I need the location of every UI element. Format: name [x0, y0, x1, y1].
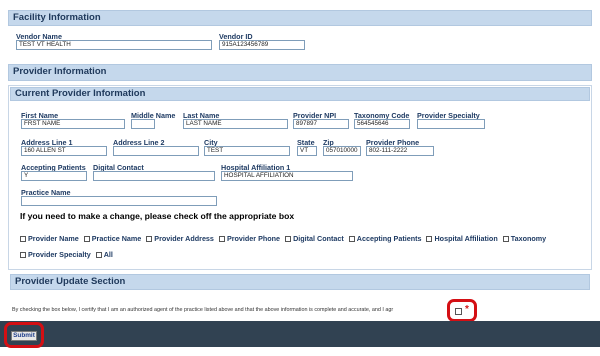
certification-statement: By checking the box below, I certify tha…: [12, 307, 394, 313]
hospital-affiliation-field[interactable]: HOSPITAL AFFILIATION: [221, 171, 353, 181]
address-line-2-field[interactable]: [113, 146, 199, 156]
provider-name-checkbox[interactable]: Provider Name: [20, 234, 79, 243]
current-provider-title: Current Provider Information: [15, 88, 146, 99]
accepting-patients-checkbox[interactable]: Accepting Patients: [348, 234, 422, 243]
hospital-affiliation-checkbox[interactable]: Hospital Affiliation: [426, 234, 498, 243]
provider-specialty-checkbox[interactable]: Provider Specialty: [20, 250, 91, 259]
provider-npi-field[interactable]: 897897: [293, 119, 349, 129]
provider-phone-checkbox-label: Provider Phone: [226, 234, 281, 243]
address-line-1-field[interactable]: 160 ALLEN ST: [21, 146, 107, 156]
first-name-field[interactable]: FRST NAME: [21, 119, 125, 129]
certify-checkbox[interactable]: [455, 308, 462, 315]
provider-address-checkbox[interactable]: Provider Address: [146, 234, 214, 243]
all-checkbox-label: All: [103, 250, 113, 259]
provider-address-checkbox-box[interactable]: [146, 235, 153, 242]
state-field[interactable]: VT: [297, 146, 317, 156]
facility-section-header: Facility Information: [8, 10, 592, 26]
all-checkbox-box[interactable]: [95, 251, 102, 258]
vendor-id-field[interactable]: 915A123456789: [219, 40, 305, 50]
change-options-row-2: Provider Specialty All: [20, 250, 118, 259]
current-provider-header: Current Provider Information: [10, 87, 590, 101]
provider-address-checkbox-label: Provider Address: [154, 234, 214, 243]
accepting-patients-checkbox-box[interactable]: [348, 235, 355, 242]
provider-phone-checkbox-box[interactable]: [218, 235, 225, 242]
accepting-patients-checkbox-label: Accepting Patients: [356, 234, 422, 243]
change-instructions: If you need to make a change, please che…: [20, 211, 295, 221]
zip-field[interactable]: 057010000: [323, 146, 361, 156]
practice-name-checkbox-label: Practice Name: [91, 234, 142, 243]
city-field[interactable]: TEST: [204, 146, 290, 156]
taxonomy-checkbox-label: Taxonomy: [510, 234, 547, 243]
form-footer: [0, 321, 600, 347]
facility-section-title: Facility Information: [13, 12, 101, 23]
provider-phone-checkbox[interactable]: Provider Phone: [218, 234, 281, 243]
digital-contact-checkbox-box[interactable]: [285, 235, 292, 242]
accepting-patients-field[interactable]: Y: [21, 171, 87, 181]
digital-contact-checkbox[interactable]: Digital Contact: [285, 234, 344, 243]
provider-name-checkbox-label: Provider Name: [28, 234, 79, 243]
taxonomy-checkbox-box[interactable]: [502, 235, 509, 242]
taxonomy-checkbox[interactable]: Taxonomy: [502, 234, 547, 243]
submit-button[interactable]: Submit: [11, 331, 37, 341]
provider-specialty-field[interactable]: [417, 119, 485, 129]
provider-name-checkbox-box[interactable]: [20, 235, 26, 242]
hospital-affiliation-checkbox-box[interactable]: [426, 235, 433, 242]
digital-contact-checkbox-label: Digital Contact: [293, 234, 344, 243]
provider-update-header: Provider Update Section: [10, 274, 590, 290]
hospital-affiliation-checkbox-label: Hospital Affiliation: [434, 234, 498, 243]
practice-name-field[interactable]: [21, 196, 217, 206]
taxonomy-code-field[interactable]: 564545646: [354, 119, 410, 129]
provider-update-title: Provider Update Section: [15, 276, 126, 287]
change-options-row-1: Provider Name Practice Name Provider Add…: [20, 234, 551, 243]
provider-section-title: Provider Information: [13, 66, 107, 77]
certify-checkbox-highlight: [447, 299, 477, 322]
provider-section-header: Provider Information: [8, 64, 592, 81]
provider-specialty-checkbox-label: Provider Specialty: [28, 250, 91, 259]
vendor-name-field[interactable]: TEST VT HEALTH: [16, 40, 212, 50]
practice-name-checkbox-box[interactable]: [83, 235, 90, 242]
provider-phone-field[interactable]: 802-111-2222: [366, 146, 434, 156]
middle-name-field[interactable]: [131, 119, 155, 129]
practice-name-checkbox[interactable]: Practice Name: [83, 234, 142, 243]
provider-specialty-checkbox-box[interactable]: [20, 251, 26, 258]
required-marker: *: [465, 304, 469, 315]
all-checkbox[interactable]: All: [95, 250, 113, 259]
last-name-field[interactable]: LAST NAME: [183, 119, 288, 129]
digital-contact-field[interactable]: [93, 171, 215, 181]
